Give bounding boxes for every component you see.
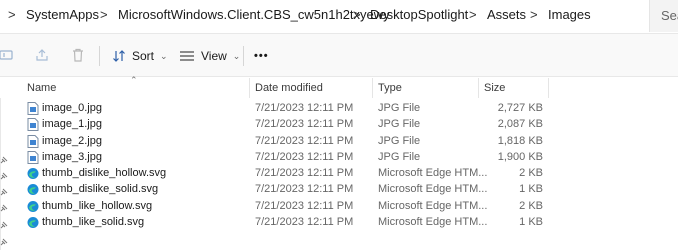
- file-type: JPG File: [378, 118, 421, 131]
- pin-icon[interactable]: [0, 238, 8, 246]
- rename-icon[interactable]: [0, 47, 14, 63]
- file-type: Microsoft Edge HTM...: [378, 183, 488, 196]
- breadcrumb-item-desktopspotlight[interactable]: DesktopSpotlight: [370, 7, 468, 22]
- edge-icon: [27, 217, 39, 229]
- column-header-date[interactable]: Date modified: [255, 82, 323, 94]
- breadcrumb-item-images[interactable]: Images: [548, 7, 591, 22]
- breadcrumb-separator[interactable]: >: [8, 7, 16, 22]
- edge-icon: [27, 168, 39, 180]
- file-row[interactable]: image_1.jpg 7/21/2023 12:11 PM JPG File …: [0, 117, 678, 133]
- breadcrumb-separator[interactable]: >: [100, 7, 108, 22]
- file-type: JPG File: [378, 102, 421, 114]
- view-label: View: [201, 49, 227, 63]
- jpg-file-icon: [27, 134, 39, 148]
- edge-icon: [27, 184, 39, 196]
- column-header-size[interactable]: Size: [484, 82, 505, 94]
- file-row[interactable]: image_3.jpg 7/21/2023 12:11 PM JPG File …: [0, 150, 678, 166]
- file-name: thumb_like_solid.svg: [42, 216, 145, 229]
- toolbar-divider: [243, 46, 244, 66]
- file-row[interactable]: thumb_like_hollow.svg 7/21/2023 12:11 PM…: [0, 199, 678, 215]
- file-date: 7/21/2023 12:11 PM: [255, 199, 354, 212]
- file-date: 7/21/2023 12:11 PM: [255, 167, 354, 180]
- file-name: image_1.jpg: [42, 118, 102, 131]
- column-divider[interactable]: [548, 78, 549, 98]
- file-type: Microsoft Edge HTM...: [378, 216, 488, 229]
- breadcrumb-separator[interactable]: >: [469, 7, 477, 22]
- search-input[interactable]: Sea: [649, 0, 678, 32]
- jpg-file-icon: [27, 150, 39, 164]
- file-list: image_0.jpg 7/21/2023 12:11 PM JPG File …: [0, 101, 678, 231]
- column-header-row: ⌃ Name Date modified Type Size: [0, 75, 678, 98]
- file-row[interactable]: thumb_dislike_solid.svg 7/21/2023 12:11 …: [0, 182, 678, 198]
- file-size: 2,727 KB: [497, 102, 543, 114]
- column-divider[interactable]: [249, 78, 250, 98]
- chevron-down-icon: ⌄: [232, 50, 241, 61]
- chevron-down-icon: ⌄: [160, 50, 168, 61]
- sort-button[interactable]: Sort ⌄: [106, 42, 174, 70]
- file-size: 2,087 KB: [497, 118, 543, 131]
- delete-icon[interactable]: [70, 47, 86, 63]
- command-bar: Sort ⌄ View ⌄ •••: [0, 33, 678, 77]
- column-header-name[interactable]: Name: [27, 82, 56, 94]
- sort-label: Sort: [132, 49, 155, 63]
- file-name: thumb_like_hollow.svg: [42, 199, 153, 212]
- breadcrumb-item-assets[interactable]: Assets: [487, 7, 526, 22]
- file-size: 1 KB: [519, 216, 543, 229]
- column-divider[interactable]: [478, 78, 479, 98]
- file-type: Microsoft Edge HTM...: [378, 199, 488, 212]
- file-size: 1 KB: [519, 183, 543, 196]
- breadcrumb-item-systemapps[interactable]: SystemApps: [26, 7, 99, 22]
- address-bar[interactable]: > SystemApps > MicrosoftWindows.Client.C…: [0, 0, 678, 32]
- breadcrumb-item-package[interactable]: MicrosoftWindows.Client.CBS_cw5n1h2txyew…: [118, 7, 390, 22]
- sort-icon: [113, 50, 125, 62]
- file-date: 7/21/2023 12:11 PM: [255, 102, 354, 114]
- share-icon[interactable]: [34, 47, 50, 63]
- file-name: image_3.jpg: [42, 150, 102, 163]
- file-date: 7/21/2023 12:11 PM: [255, 134, 354, 147]
- file-name: thumb_dislike_hollow.svg: [42, 167, 167, 180]
- file-type: Microsoft Edge HTM...: [378, 167, 488, 180]
- file-date: 7/21/2023 12:11 PM: [255, 150, 354, 163]
- file-date: 7/21/2023 12:11 PM: [255, 118, 354, 131]
- edge-icon: [27, 200, 39, 212]
- view-button[interactable]: View ⌄: [173, 42, 246, 70]
- file-date: 7/21/2023 12:11 PM: [255, 216, 354, 229]
- file-size: 2 KB: [519, 199, 543, 212]
- file-size: 1,818 KB: [497, 134, 543, 147]
- more-options-button[interactable]: •••: [248, 42, 275, 70]
- file-type: JPG File: [378, 134, 421, 147]
- breadcrumb-separator[interactable]: >: [530, 7, 538, 22]
- file-name: image_0.jpg: [42, 102, 102, 114]
- file-row[interactable]: image_0.jpg 7/21/2023 12:11 PM JPG File …: [0, 101, 678, 117]
- view-icon: [180, 51, 194, 61]
- file-name: thumb_dislike_solid.svg: [42, 183, 159, 196]
- file-row[interactable]: thumb_dislike_hollow.svg 7/21/2023 12:11…: [0, 166, 678, 182]
- file-type: JPG File: [378, 150, 421, 163]
- file-date: 7/21/2023 12:11 PM: [255, 183, 354, 196]
- file-size: 2 KB: [519, 167, 543, 180]
- file-row[interactable]: thumb_like_solid.svg 7/21/2023 12:11 PM …: [0, 215, 678, 231]
- file-row[interactable]: image_2.jpg 7/21/2023 12:11 PM JPG File …: [0, 134, 678, 150]
- toolbar-divider: [99, 46, 100, 66]
- jpg-file-icon: [27, 118, 39, 132]
- file-name: image_2.jpg: [42, 134, 102, 147]
- search-placeholder: Sea: [661, 8, 678, 23]
- jpg-file-icon: [27, 102, 39, 115]
- column-divider[interactable]: [372, 78, 373, 98]
- column-header-type[interactable]: Type: [378, 82, 402, 94]
- file-size: 1,900 KB: [497, 150, 543, 163]
- more-options-icon: •••: [254, 50, 269, 62]
- breadcrumb-separator[interactable]: >: [353, 7, 361, 22]
- sort-ascending-icon: ⌃: [130, 75, 138, 85]
